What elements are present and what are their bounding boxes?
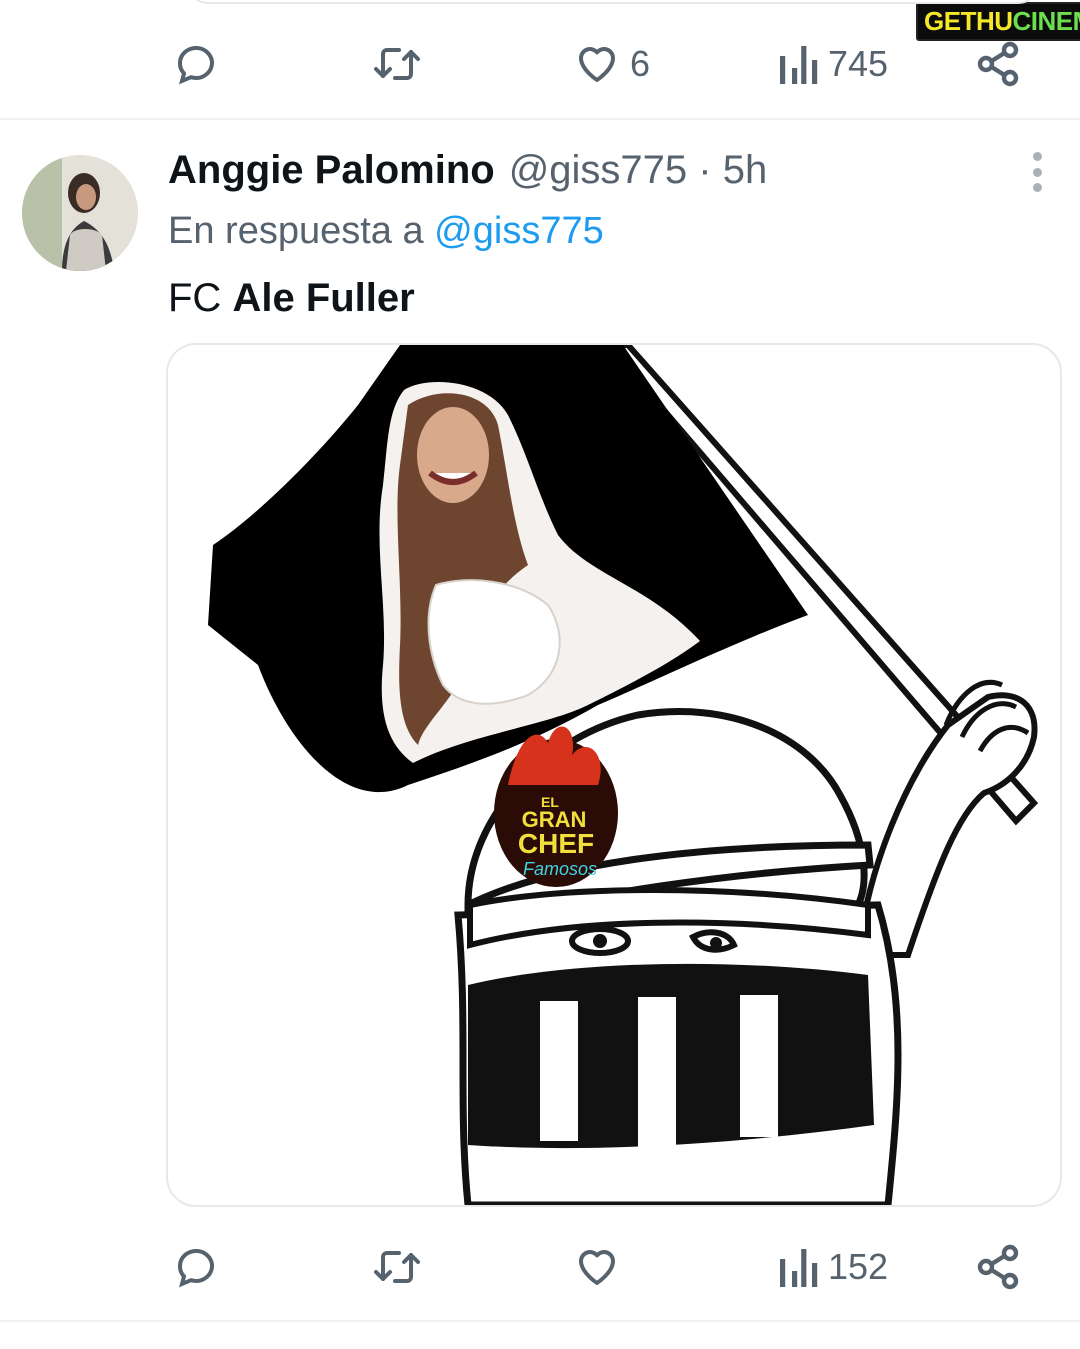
heart-icon — [579, 1250, 615, 1285]
author-handle-time[interactable]: @giss775 · 5h — [509, 148, 768, 193]
watermark-part-a: GETHU — [924, 5, 1013, 36]
views-count: 745 — [828, 43, 889, 84]
views-count: 152 — [828, 1246, 889, 1287]
more-vertical-icon — [1032, 152, 1042, 161]
reply-bubble-icon — [177, 45, 214, 85]
previous-card-edge — [186, 0, 1040, 4]
more-vertical-icon — [1032, 183, 1042, 192]
more-options-button[interactable] — [1028, 152, 1046, 192]
tweet-divider — [0, 118, 1080, 120]
tweet-text-prefix: FC — [168, 276, 222, 320]
avatar[interactable] — [22, 155, 138, 271]
views-button[interactable]: 152 — [776, 1237, 888, 1297]
tweet-text-bold: Ale Fuller — [232, 276, 415, 320]
reply-prefix: En respuesta a — [168, 210, 424, 252]
tweet-header: Anggie Palomino @giss775 · 5h — [168, 148, 767, 200]
share-button[interactable] — [974, 34, 1022, 94]
tweet-media-image[interactable]: EL GRAN CHEF Famosos — [166, 343, 1062, 1207]
reply-button[interactable] — [172, 34, 228, 94]
retweet-icon — [374, 48, 420, 80]
tweet-text: FC Ale Fuller — [168, 276, 415, 321]
reply-button[interactable] — [172, 1237, 228, 1297]
like-count: 6 — [630, 43, 651, 84]
retweet-button[interactable] — [370, 34, 432, 94]
views-button[interactable]: 745 — [776, 34, 888, 94]
views-bar-chart-icon — [780, 46, 818, 84]
meme-illustration: EL GRAN CHEF Famosos — [208, 345, 1039, 1205]
share-button[interactable] — [974, 1237, 1022, 1297]
reply-context: En respuesta a @giss775 — [168, 210, 604, 253]
logo-line-3: CHEF — [518, 828, 594, 859]
views-bar-chart-icon — [780, 1249, 818, 1287]
share-icon — [977, 1244, 1019, 1290]
retweet-button[interactable] — [370, 1237, 432, 1297]
tweet-divider — [0, 1320, 1080, 1322]
reply-mention-link[interactable]: @giss775 — [434, 210, 604, 252]
logo-line-4: Famosos — [523, 859, 597, 879]
share-icon — [977, 41, 1019, 87]
avatar-photo — [22, 155, 138, 271]
previous-tweet-action-bar: 6 745 — [0, 34, 1080, 94]
heart-icon — [579, 47, 615, 82]
like-button[interactable] — [572, 1237, 630, 1297]
author-name[interactable]: Anggie Palomino — [168, 148, 495, 193]
tweet-action-bar: 152 — [0, 1237, 1080, 1297]
watermark-part-b: CINEMA — [1012, 5, 1080, 36]
retweet-icon — [374, 1251, 420, 1283]
reply-bubble-icon — [177, 1248, 214, 1288]
like-button[interactable]: 6 — [572, 34, 650, 94]
more-vertical-icon — [1032, 167, 1042, 177]
